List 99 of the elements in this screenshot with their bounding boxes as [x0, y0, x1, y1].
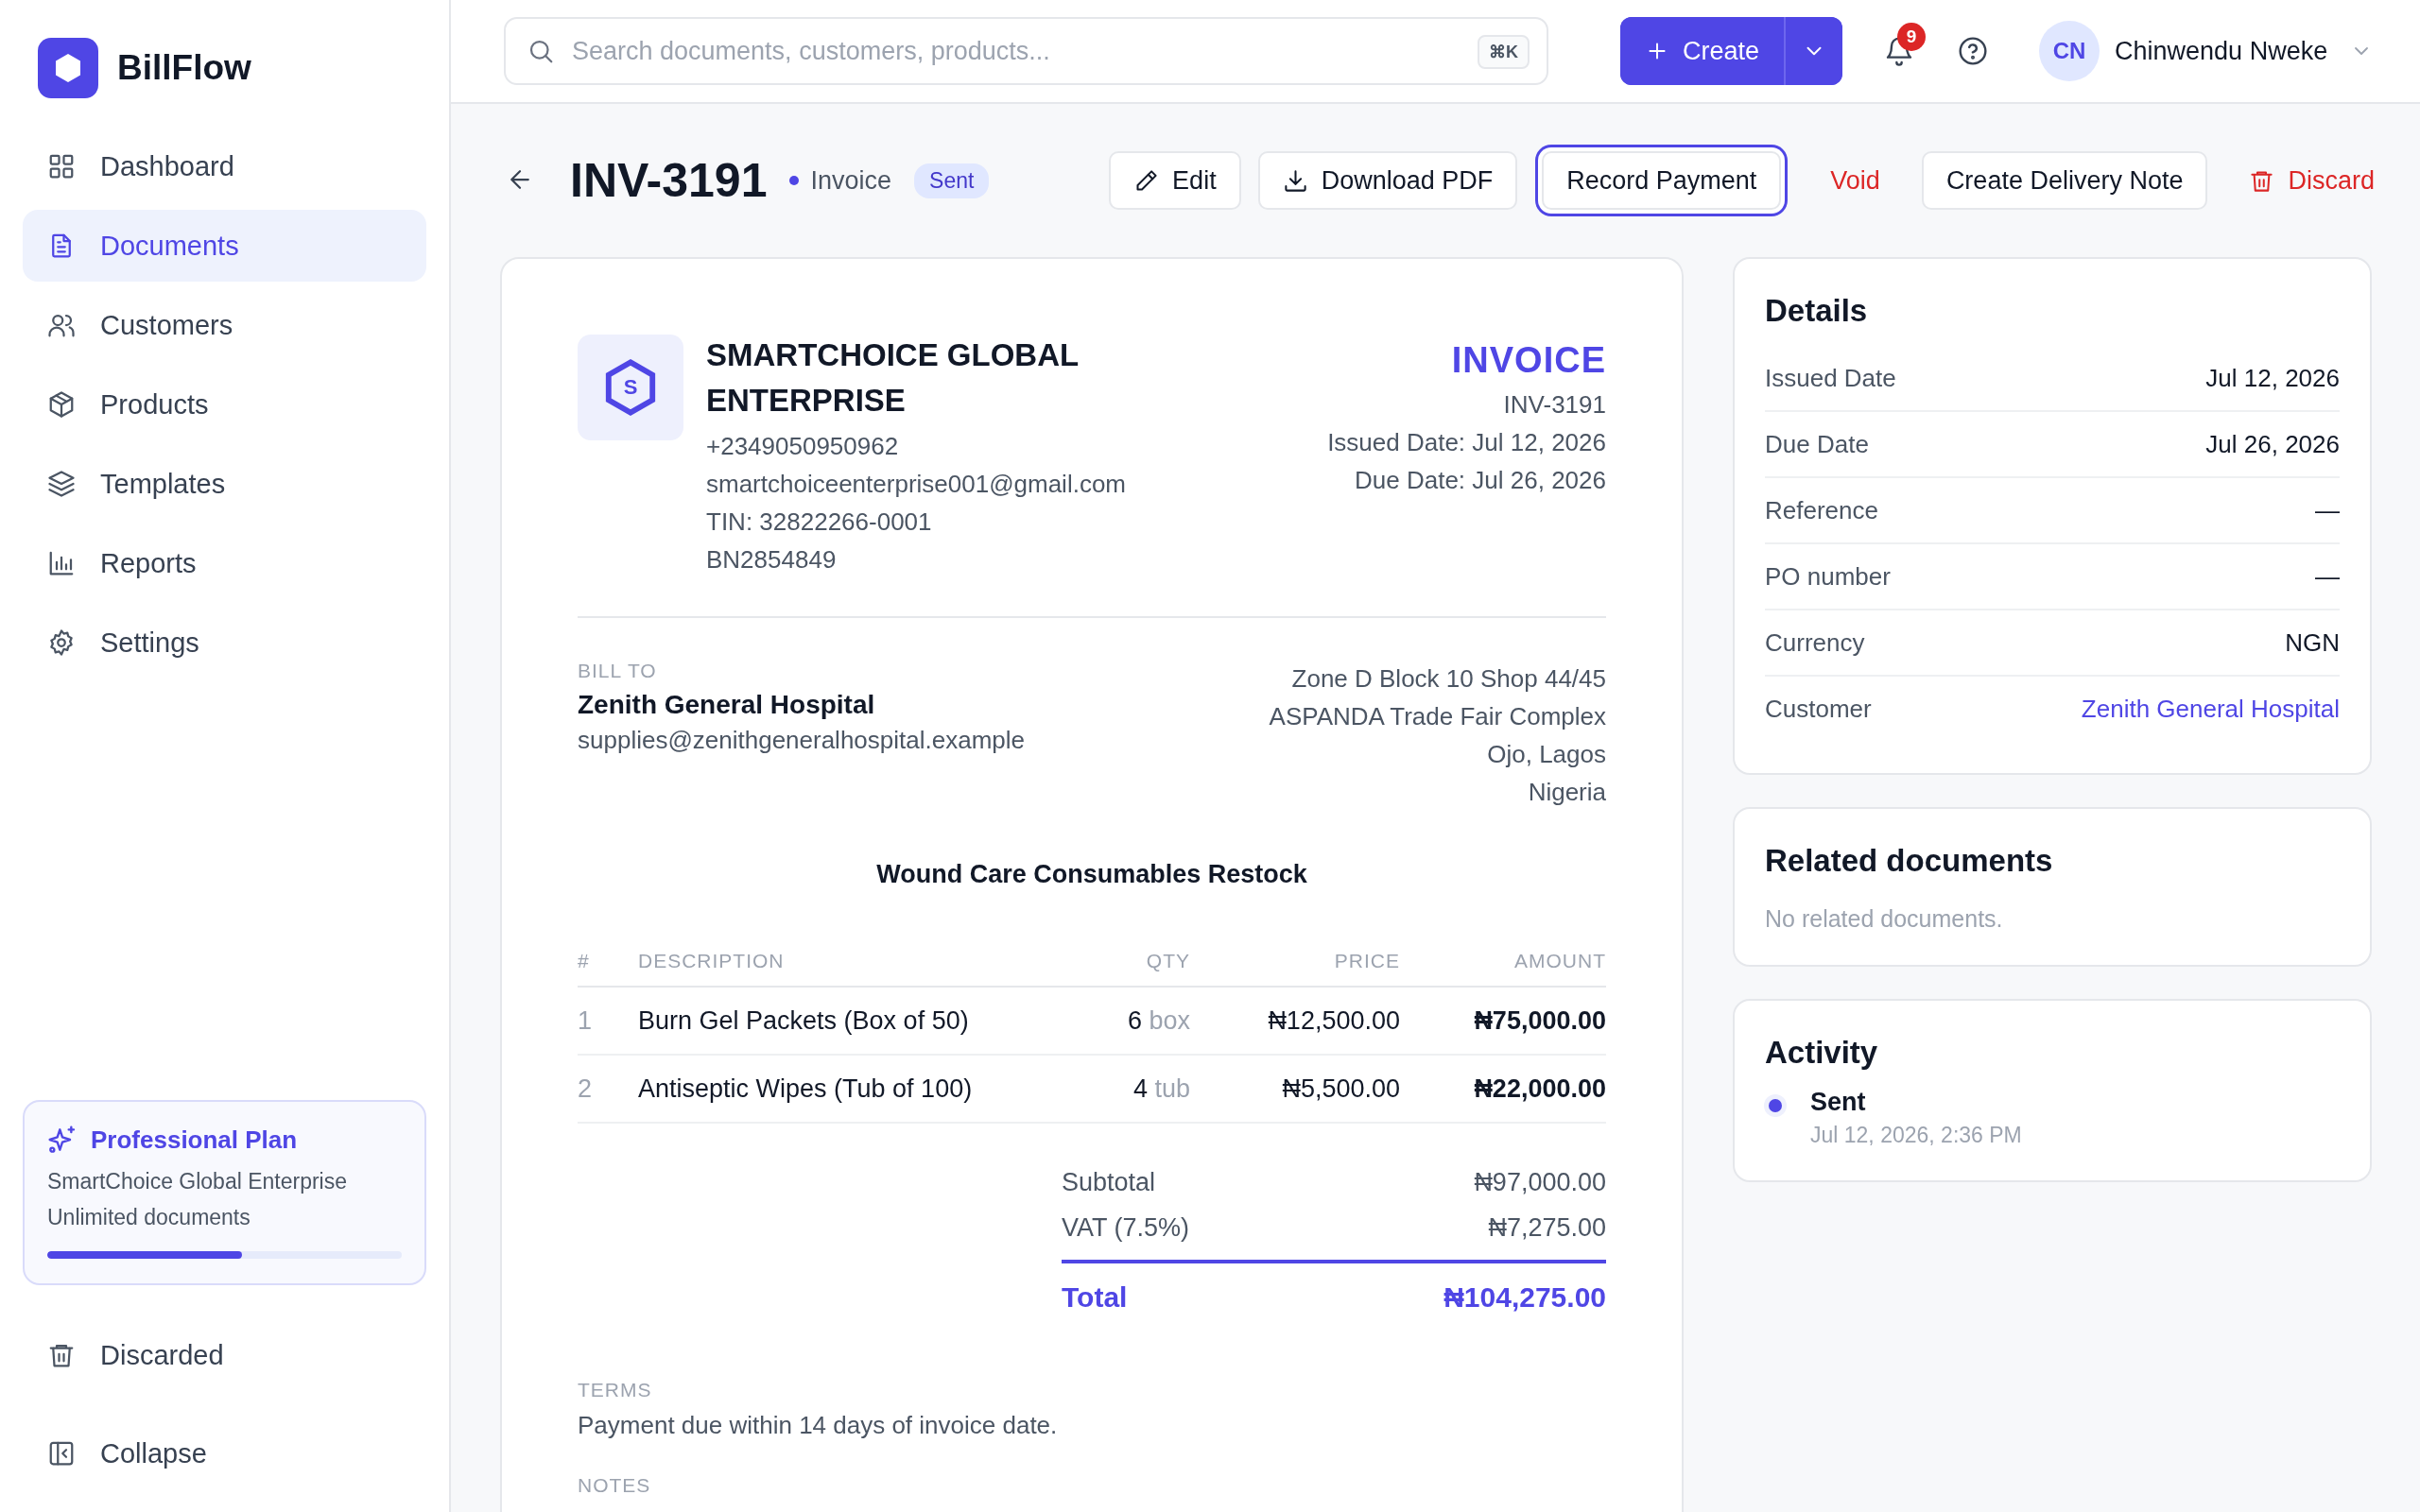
document-type: Invoice	[789, 165, 892, 196]
company-detail: +2349050950962	[706, 431, 900, 462]
panel-title: Details	[1765, 293, 1869, 329]
detail-label: Customer	[1765, 694, 1872, 724]
column-header: QTY	[1145, 950, 1190, 972]
total-label: Total	[1062, 1280, 1128, 1314]
detail-value: Jul 26, 2026	[2205, 429, 2340, 459]
layers-icon	[47, 470, 76, 498]
shortcut-hint: ⌘K	[1478, 35, 1530, 69]
address-line: Ojo, Lagos	[1487, 739, 1606, 770]
detail-value: NGN	[2285, 627, 2340, 658]
panel-title: Related documents	[1765, 843, 2054, 879]
address-line: Nigeria	[1528, 777, 1606, 808]
nav-item[interactable]: Discarded	[23, 1319, 426, 1391]
invoice-meta: INV-3191	[1503, 389, 1606, 421]
detail-value: —	[2315, 495, 2340, 525]
company-detail: TIN: 32822266-0001	[706, 507, 933, 538]
invoice-title: INVOICE	[1451, 339, 1606, 382]
download-icon	[1282, 167, 1308, 194]
table-cell-text: ₦22,000.00	[1473, 1074, 1606, 1104]
company-logo: S	[578, 335, 683, 440]
detail-label: Currency	[1765, 627, 1865, 658]
customer-email: supplies@zenithgeneralhospital.example	[578, 726, 1025, 755]
dropdown-button[interactable]	[1784, 17, 1843, 85]
detail-value: —	[2315, 561, 2340, 592]
user-name: Chinwendu Nweke	[2115, 36, 2328, 66]
table-cell-text: Antiseptic Wipes (Tub of 100)	[638, 1074, 974, 1104]
address-line: ASPANDA Trade Fair Complex	[1269, 701, 1606, 732]
total-value: ₦104,275.00	[1443, 1280, 1606, 1314]
plan-title: Professional Plan	[91, 1125, 298, 1155]
bar-chart-icon	[47, 549, 76, 577]
column-header: AMOUNT	[1513, 950, 1606, 972]
collapse-icon	[47, 1439, 76, 1468]
table-cell-text: Burn Gel Packets (Box of 50)	[638, 1005, 970, 1036]
customer-name: Zenith General Hospital	[578, 690, 876, 720]
total-label: VAT (7.5%)	[1062, 1212, 1190, 1244]
nav-item[interactable]: Customers	[23, 289, 426, 361]
project-title: Wound Care Consumables Restock	[875, 860, 1308, 889]
activity-time: Jul 12, 2026, 2:36 PM	[1810, 1123, 2022, 1148]
invoice-meta: Issued Date: Jul 12, 2026	[1327, 427, 1606, 458]
pencil-icon	[1133, 167, 1160, 194]
terms-text: Payment due within 14 days of invoice date.	[578, 1411, 1059, 1440]
table-cell-text: 6 box	[1126, 1005, 1190, 1036]
total-value: ₦97,000.00	[1474, 1167, 1606, 1198]
detail-label: Reference	[1765, 495, 1878, 525]
detail-label: Issued Date	[1765, 363, 1896, 393]
table-cell-text: 2	[578, 1074, 594, 1104]
app-name: BillFlow	[117, 48, 251, 88]
action-link[interactable]: Discard	[2224, 151, 2399, 210]
nav-item[interactable]: Templates	[23, 448, 426, 520]
invoice-meta: Due Date: Jul 26, 2026	[1355, 465, 1606, 496]
settings-icon	[47, 628, 76, 657]
activity-event: Sent	[1810, 1088, 1867, 1117]
column-header: DESCRIPTION	[638, 950, 786, 972]
status-badge: Sent	[914, 163, 990, 198]
document-number: INV-3191	[570, 153, 768, 208]
total-value: ₦7,275.00	[1488, 1212, 1606, 1244]
action-button[interactable]: Create Delivery Note	[1921, 151, 2208, 210]
nav-item[interactable]: Documents	[23, 210, 426, 282]
dashboard-icon	[47, 152, 76, 180]
app-logo	[38, 38, 98, 98]
plan-company: SmartChoice Global Enterprise	[47, 1168, 349, 1195]
table-cell-text: 4 tub	[1132, 1074, 1190, 1104]
box-icon	[47, 390, 76, 419]
column-header: PRICE	[1333, 950, 1400, 972]
panel-title: Activity	[1765, 1035, 1879, 1071]
company-detail: BN2854849	[706, 544, 838, 576]
table-cell-text: ₦5,500.00	[1281, 1074, 1400, 1104]
notification-badge: 9	[1897, 23, 1927, 51]
total-label: Subtotal	[1062, 1167, 1156, 1198]
plan-limit: Unlimited documents	[47, 1204, 251, 1231]
table-cell-text: ₦75,000.00	[1473, 1005, 1606, 1036]
notifications-button[interactable]: 9	[1871, 23, 1928, 79]
nav-item[interactable]: Collapse	[23, 1418, 426, 1489]
action-link[interactable]: Void	[1806, 151, 1905, 210]
help-icon	[1958, 36, 1989, 66]
table-cell-text: ₦12,500.00	[1267, 1005, 1400, 1036]
section-label: BILL TO	[578, 660, 658, 682]
action-button[interactable]: Edit	[1109, 151, 1241, 210]
sparkle-icon	[47, 1125, 78, 1155]
address-line: Zone D Block 10 Shop 44/45	[1291, 663, 1606, 695]
section-label: TERMS	[578, 1379, 653, 1401]
company-name: SMARTCHOICE GLOBAL ENTERPRISE	[706, 336, 1080, 420]
detail-label: PO number	[1765, 561, 1891, 592]
column-header: #	[578, 950, 591, 972]
company-detail: smartchoiceenterprise001@gmail.com	[706, 469, 1128, 500]
customer-link[interactable]: Zenith General Hospital	[2081, 694, 2340, 724]
avatar: CN	[2039, 21, 2100, 81]
nav-item[interactable]: Products	[23, 369, 426, 440]
user-menu[interactable]: CN Chinwendu Nweke	[2039, 21, 2374, 81]
nav-item[interactable]: Reports	[23, 527, 426, 599]
action-button[interactable]: Download PDF	[1257, 151, 1518, 210]
detail-value: Jul 12, 2026	[2205, 363, 2340, 393]
nav-item[interactable]: Settings	[23, 607, 426, 679]
nav-item[interactable]: Dashboard	[23, 130, 426, 202]
section-label: NOTES	[578, 1474, 652, 1497]
detail-label: Due Date	[1765, 429, 1869, 459]
empty-message: No related documents.	[1765, 905, 2004, 933]
table-cell-text: 1	[578, 1005, 594, 1036]
